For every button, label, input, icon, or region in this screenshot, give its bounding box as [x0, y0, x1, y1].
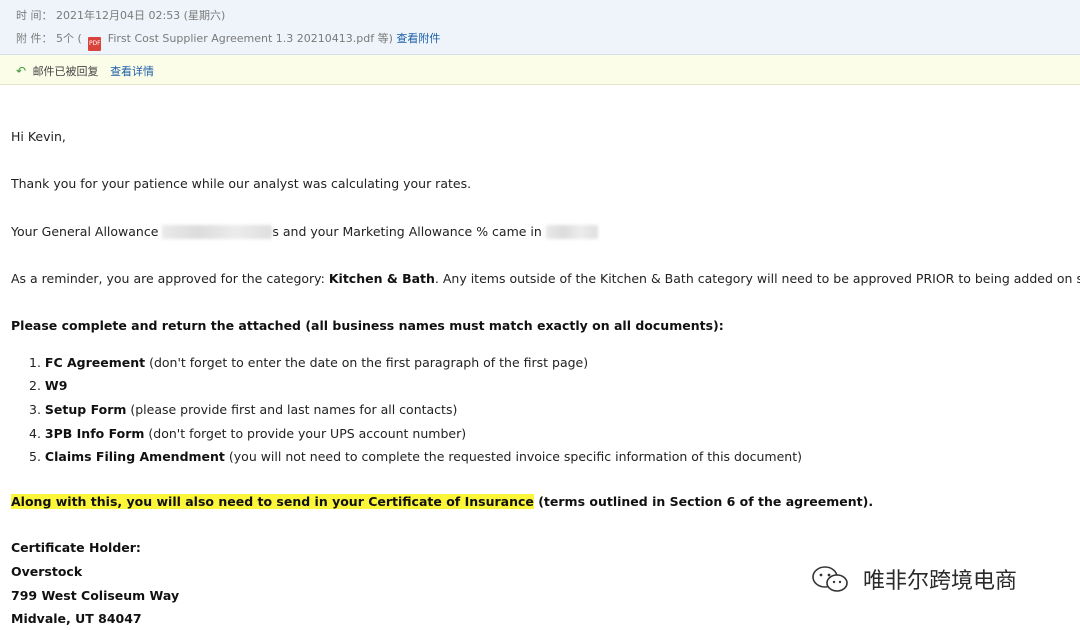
list-item: 1. FC Agreement (don't forget to enter t… [29, 355, 588, 370]
list-item: 3. Setup Form (please provide first and … [29, 402, 457, 417]
reply-status-bar: ↶ 邮件已被回复 查看详情 [0, 55, 1080, 85]
email-meta-header: 时 间： 2021年12月04日 02:53 (星期六) 附 件： 5个 ( P… [0, 0, 1080, 55]
wechat-icon [810, 564, 850, 600]
time-row: 时 间： 2021年12月04日 02:53 (星期六) [16, 7, 225, 23]
redacted-marketing-allowance [545, 225, 598, 239]
view-details-link[interactable]: 查看详情 [110, 65, 154, 78]
list-item-title: 3PB Info Form [44, 426, 145, 441]
watermark-text: 唯非尔跨境电商 [863, 569, 1018, 594]
time-label: 时 间： [16, 9, 53, 22]
list-item: 2. W9 [29, 378, 67, 393]
allowance-text-a: Your General Allowance [11, 224, 159, 239]
insurance-highlight: Along with this, you will also need to s… [11, 494, 534, 509]
list-item-number: 1. [29, 355, 41, 370]
holder-label-text: Certificate Holder: [11, 540, 141, 555]
instructions-heading: Please complete and return the attached … [11, 318, 724, 333]
list-item-title: Setup Form [44, 402, 127, 417]
reminder-text-a: As a reminder, you are approved for the … [11, 271, 329, 286]
reply-status-text: 邮件已被回复 [32, 65, 99, 78]
list-item-number: 4. [29, 426, 41, 441]
list-item: 4. 3PB Info Form (don't forget to provid… [29, 426, 466, 441]
thanks-paragraph: Thank you for your patience while our an… [11, 176, 472, 191]
list-item-title: FC Agreement [44, 355, 146, 370]
reminder-paragraph: As a reminder, you are approved for the … [11, 271, 1080, 286]
category-name: Kitchen & Bath [328, 271, 435, 286]
holder-city-text: Midvale, UT 84047 [11, 611, 142, 626]
list-item-note: (you will not need to complete the reque… [224, 449, 802, 464]
time-value: 2021年12月04日 02:53 (星期六) [56, 9, 226, 22]
holder-name: Overstock [11, 564, 82, 579]
insurance-terms: (terms outlined in Section 6 of the agre… [533, 494, 874, 509]
greeting: Hi Kevin, [11, 129, 66, 144]
holder-street: 799 West Coliseum Way [11, 588, 179, 603]
list-item-note: (please provide first and last names for… [126, 402, 458, 417]
list-item-number: 5. [29, 449, 41, 464]
list-item-note: (don't forget to provide your UPS accoun… [144, 426, 467, 441]
pdf-icon: PDF [88, 37, 102, 51]
certificate-holder-label: Certificate Holder: [11, 540, 141, 555]
holder-street-text: 799 West Coliseum Way [11, 588, 180, 603]
insurance-paragraph: Along with this, you will also need to s… [11, 494, 873, 509]
list-item-number: 2. [29, 378, 41, 393]
view-attachments-link[interactable]: 查看附件 [396, 32, 440, 45]
attachment-label: 附 件： [16, 32, 53, 45]
holder-city: Midvale, UT 84047 [11, 611, 142, 626]
attachment-file-link[interactable]: First Cost Supplier Agreement 1.3 202104… [108, 32, 393, 45]
list-item: 5. Claims Filing Amendment (you will not… [29, 449, 802, 464]
list-item-title: W9 [44, 378, 68, 393]
watermark: 唯非尔跨境电商 [810, 563, 1017, 600]
attachment-row: 附 件： 5个 ( PDF First Cost Supplier Agreem… [16, 30, 440, 51]
list-item-note: (don't forget to enter the date on the f… [145, 355, 589, 370]
allowance-paragraph: Your General Allowance s and your Market… [11, 224, 598, 239]
allowance-text-b: s and your Marketing Allowance % came in [272, 224, 542, 239]
reminder-text-b: . Any items outside of the Kitchen & Bat… [434, 271, 1080, 286]
holder-name-text: Overstock [11, 564, 83, 579]
reply-arrow-icon: ↶ [16, 64, 27, 78]
list-item-number: 3. [29, 402, 41, 417]
email-body: Hi Kevin, Thank you for your patience wh… [0, 85, 1080, 630]
attachment-count: 5个 ( [56, 32, 82, 45]
list-item-title: Claims Filing Amendment [44, 449, 225, 464]
instructions-text: Please complete and return the attached … [11, 318, 724, 333]
redacted-general-allowance [162, 225, 273, 239]
